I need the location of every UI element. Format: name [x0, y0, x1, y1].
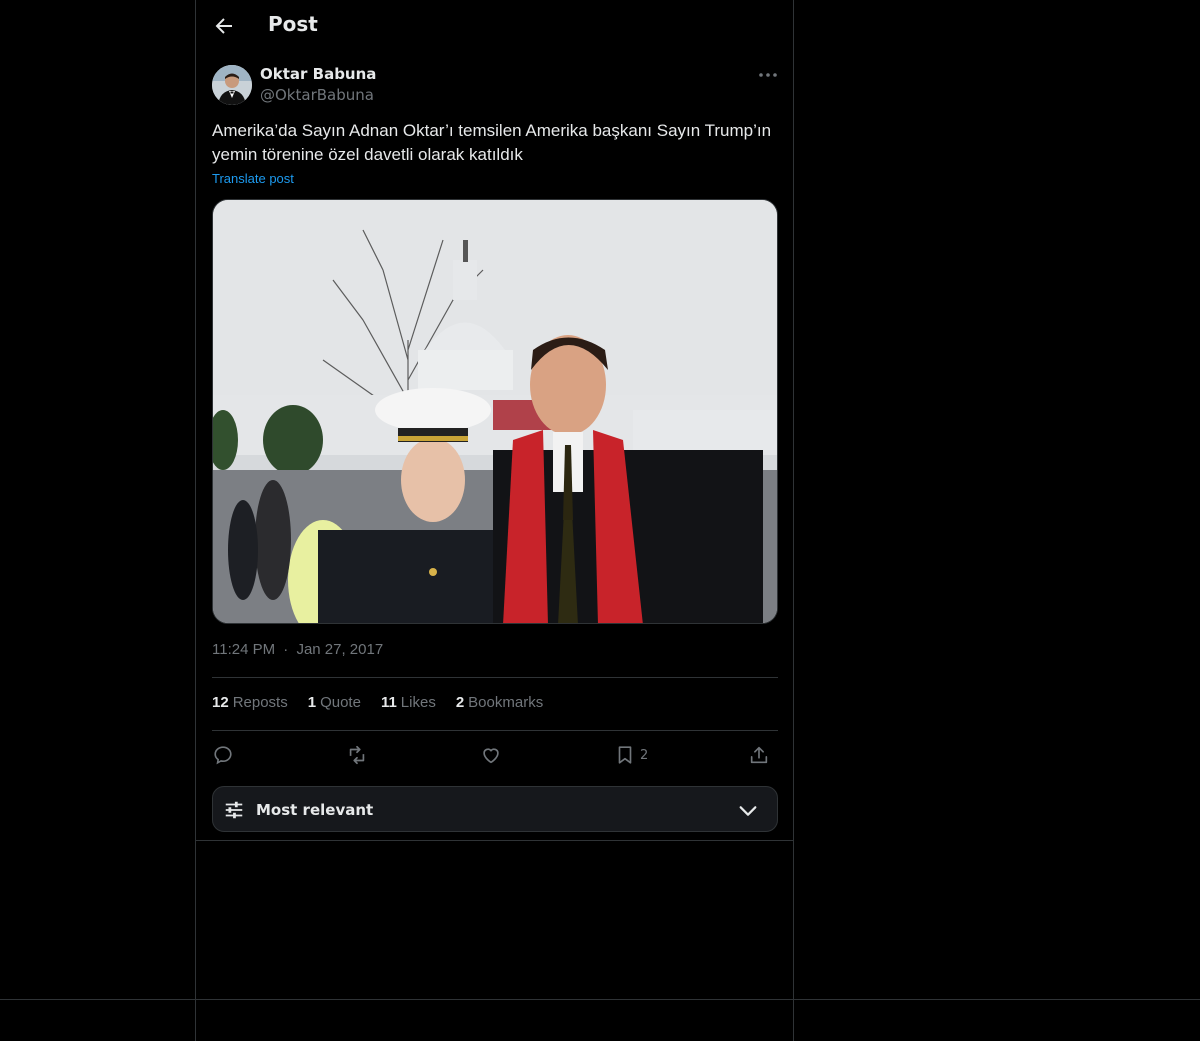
- reply-button[interactable]: [212, 740, 234, 770]
- quotes-stat[interactable]: 1 Quote: [308, 694, 361, 711]
- translate-post-link[interactable]: Translate post: [212, 171, 294, 186]
- back-arrow-icon[interactable]: [212, 14, 236, 38]
- bookmark-count: 2: [640, 747, 649, 763]
- divider: [212, 677, 778, 678]
- bookmark-button[interactable]: 2: [614, 740, 648, 770]
- post-timestamp[interactable]: 11:24 PM · Jan 27, 2017: [212, 641, 387, 658]
- reposts-stat[interactable]: 12 Reposts: [212, 694, 288, 711]
- reply-icon: [214, 746, 232, 765]
- author-handle[interactable]: @OktarBabuna: [260, 86, 374, 104]
- author-name[interactable]: Oktar Babuna: [260, 65, 376, 83]
- post-stats: 12 Reposts 1 Quote 11 Likes 2 Bookmarks: [212, 694, 543, 711]
- sort-label: Most relevant: [256, 801, 374, 819]
- chevron-down-icon: [739, 806, 757, 816]
- sliders-icon: [225, 801, 243, 819]
- timestamp-separator: ·: [283, 641, 289, 658]
- share-button[interactable]: [748, 740, 770, 770]
- page-header: Post: [196, 0, 793, 53]
- action-bar: 2: [212, 740, 778, 770]
- avatar[interactable]: [212, 65, 252, 105]
- post-time: 11:24 PM: [212, 641, 276, 658]
- bookmarks-stat[interactable]: 2 Bookmarks: [456, 694, 543, 711]
- like-button[interactable]: [480, 740, 502, 770]
- post-column: Post Oktar Babuna @OktarBabuna Amerika’d…: [195, 0, 794, 1041]
- share-icon: [750, 746, 768, 764]
- post-photo[interactable]: [212, 199, 778, 624]
- divider: [0, 999, 1200, 1000]
- repost-icon: [349, 745, 365, 765]
- likes-stat[interactable]: 11 Likes: [381, 694, 436, 711]
- post-text: Amerika’da Sayın Adnan Oktar’ı temsilen …: [212, 121, 772, 164]
- divider: [212, 730, 778, 731]
- post-date: Jan 27, 2017: [296, 641, 384, 658]
- repost-button[interactable]: [346, 740, 368, 770]
- reply-sort-dropdown[interactable]: Most relevant: [212, 786, 778, 832]
- like-icon: [483, 748, 499, 764]
- bookmark-icon: [618, 746, 632, 764]
- divider: [196, 840, 793, 841]
- more-icon[interactable]: [756, 64, 780, 86]
- page-title: Post: [268, 12, 318, 36]
